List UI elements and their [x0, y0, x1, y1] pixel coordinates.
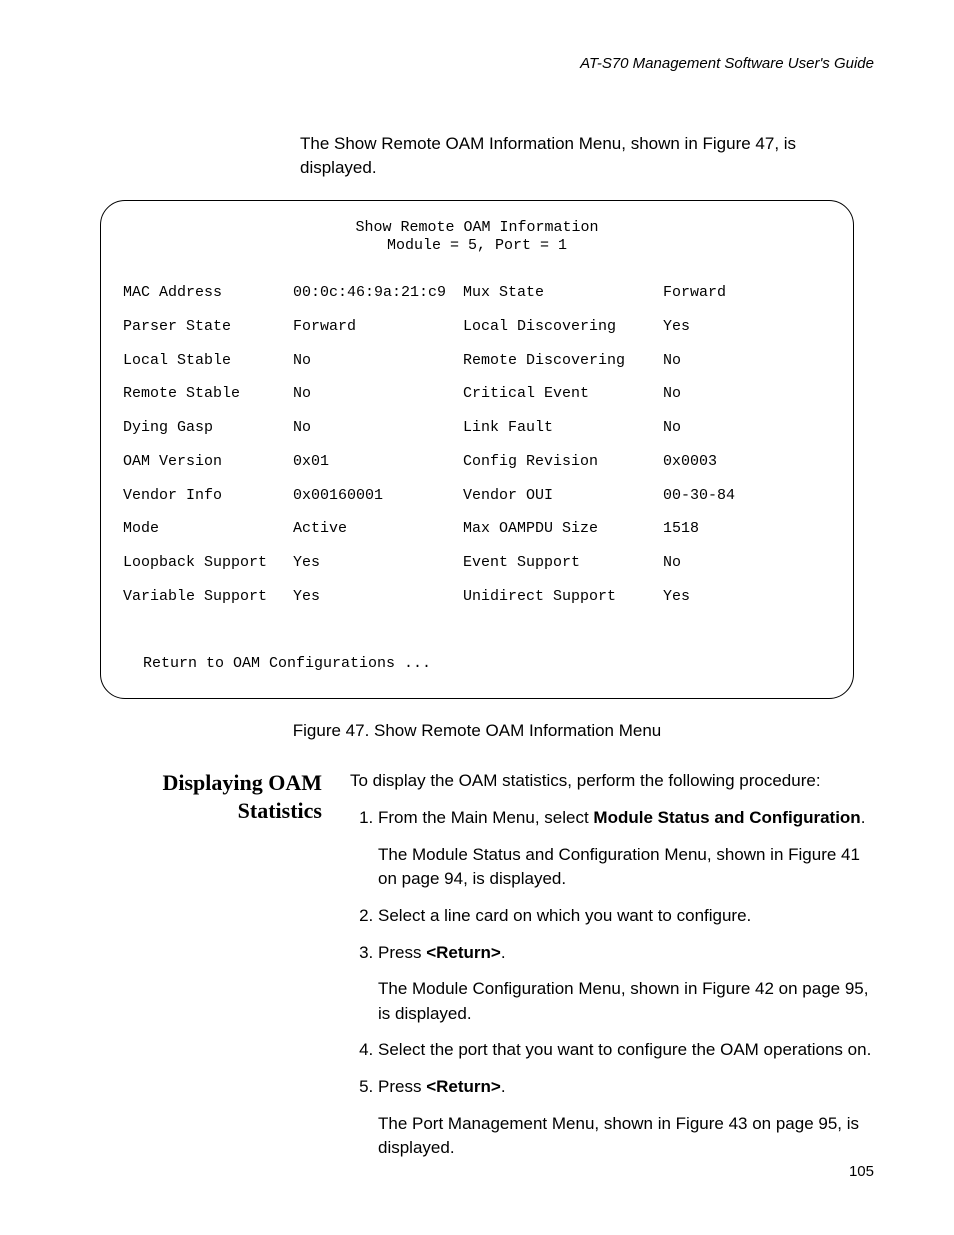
menu-label: Vendor Info — [123, 487, 293, 506]
menu-label: MAC Address — [123, 284, 293, 303]
menu-value: No — [293, 419, 463, 438]
menu-return-line: Return to OAM Configurations ... — [143, 655, 831, 674]
step-note: The Module Configuration Menu, shown in … — [378, 977, 874, 1026]
step-2: Select a line card on which you want to … — [378, 904, 874, 929]
step-3: Press <Return>. The Module Configuration… — [378, 941, 874, 1027]
section-intro: To display the OAM statistics, perform t… — [350, 769, 874, 794]
menu-value: 00-30-84 — [663, 487, 831, 506]
menu-value: 0x0003 — [663, 453, 831, 472]
menu-value: 0x00160001 — [293, 487, 463, 506]
menu-label: Parser State — [123, 318, 293, 337]
menu-label: Local Discovering — [463, 318, 663, 337]
menu-value: No — [663, 554, 831, 573]
menu-label: Remote Stable — [123, 385, 293, 404]
menu-value: No — [293, 385, 463, 404]
menu-value: Forward — [293, 318, 463, 337]
menu-label: Loopback Support — [123, 554, 293, 573]
menu-label: Link Fault — [463, 419, 663, 438]
section-columns: Displaying OAM Statistics To display the… — [80, 769, 874, 1173]
procedure-steps: From the Main Menu, select Module Status… — [350, 806, 874, 1161]
step-text-pre: Press — [378, 943, 426, 962]
step-note: The Module Status and Configuration Menu… — [378, 843, 874, 892]
step-text-pre: Press — [378, 1077, 426, 1096]
menu-label: Critical Event — [463, 385, 663, 404]
menu-label: Event Support — [463, 554, 663, 573]
menu-label: Config Revision — [463, 453, 663, 472]
menu-value: Active — [293, 520, 463, 539]
menu-label: Vendor OUI — [463, 487, 663, 506]
menu-label: Unidirect Support — [463, 588, 663, 607]
step-4: Select the port that you want to configu… — [378, 1038, 874, 1063]
menu-title-l1: Show Remote OAM Information — [123, 219, 831, 238]
section-heading-l2: Statistics — [80, 797, 322, 825]
menu-label: Variable Support — [123, 588, 293, 607]
menu-label: Mode — [123, 520, 293, 539]
guide-title: AT-S70 Management Software User's Guide — [580, 55, 874, 72]
menu-value: Forward — [663, 284, 831, 303]
step-text-post: . — [501, 943, 506, 962]
section-heading-l1: Displaying OAM — [80, 769, 322, 797]
step-text-bold: <Return> — [426, 943, 501, 962]
figure-caption: Figure 47. Show Remote OAM Information M… — [80, 721, 874, 741]
menu-value: No — [663, 385, 831, 404]
menu-value: Yes — [293, 554, 463, 573]
menu-label: OAM Version — [123, 453, 293, 472]
menu-label: Dying Gasp — [123, 419, 293, 438]
step-5: Press <Return>. The Port Management Menu… — [378, 1075, 874, 1161]
step-note: The Port Management Menu, shown in Figur… — [378, 1112, 874, 1161]
menu-value: 0x01 — [293, 453, 463, 472]
menu-title-l2: Module = 5, Port = 1 — [123, 237, 831, 256]
step-1: From the Main Menu, select Module Status… — [378, 806, 874, 892]
step-text-post: . — [861, 808, 866, 827]
menu-value: Yes — [663, 318, 831, 337]
menu-title: Show Remote OAM Information Module = 5, … — [123, 219, 831, 257]
menu-value: No — [663, 419, 831, 438]
menu-value: No — [663, 352, 831, 371]
intro-paragraph: The Show Remote OAM Information Menu, sh… — [300, 132, 874, 180]
step-text-bold: <Return> — [426, 1077, 501, 1096]
step-text: Select the port that you want to configu… — [378, 1040, 871, 1059]
page-header: AT-S70 Management Software User's Guide — [80, 55, 874, 72]
section-body: To display the OAM statistics, perform t… — [350, 769, 874, 1173]
page-number: 105 — [849, 1163, 874, 1180]
menu-value: Yes — [293, 588, 463, 607]
step-text-bold: Module Status and Configuration — [593, 808, 860, 827]
menu-value: 00:0c:46:9a:21:c9 — [293, 284, 463, 303]
step-text-post: . — [501, 1077, 506, 1096]
oam-info-menu-box: Show Remote OAM Information Module = 5, … — [100, 200, 854, 700]
menu-label: Remote Discovering — [463, 352, 663, 371]
step-text-pre: From the Main Menu, select — [378, 808, 593, 827]
menu-value: No — [293, 352, 463, 371]
menu-value: 1518 — [663, 520, 831, 539]
section-heading: Displaying OAM Statistics — [80, 769, 350, 824]
step-text: Select a line card on which you want to … — [378, 906, 751, 925]
menu-label: Mux State — [463, 284, 663, 303]
intro-text: The Show Remote OAM Information Menu, sh… — [300, 134, 796, 177]
menu-value: Yes — [663, 588, 831, 607]
menu-grid: MAC Address 00:0c:46:9a:21:c9 Mux State … — [123, 284, 831, 607]
menu-label: Local Stable — [123, 352, 293, 371]
menu-label: Max OAMPDU Size — [463, 520, 663, 539]
